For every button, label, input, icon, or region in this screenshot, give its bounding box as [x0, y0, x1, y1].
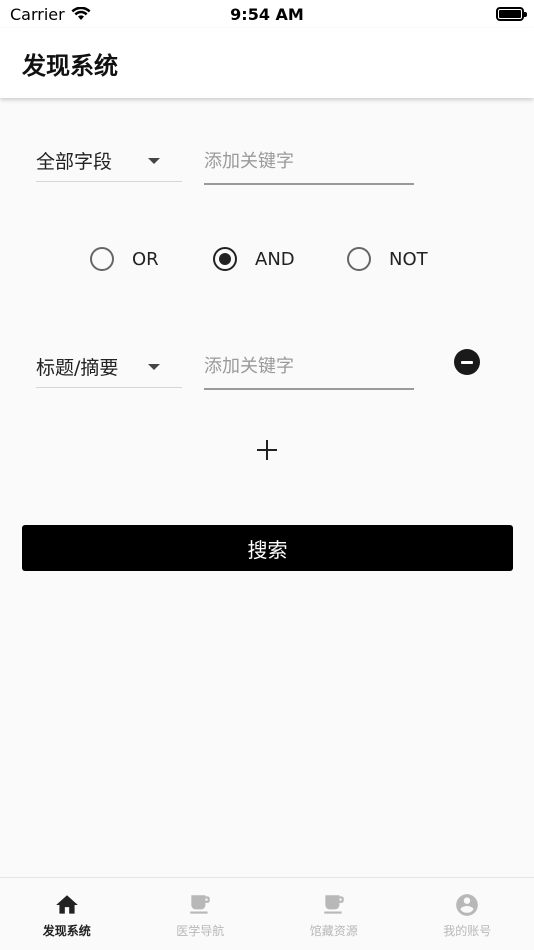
- caret-down-icon: [148, 157, 160, 164]
- nav-item-collection[interactable]: 馆藏资源: [267, 878, 401, 950]
- home-icon: [55, 895, 78, 914]
- status-bar: Carrier 9:54 AM: [0, 0, 534, 28]
- wifi-icon: [71, 7, 91, 20]
- radio-circle-icon: [90, 247, 114, 271]
- minus-icon: [461, 360, 473, 364]
- keyword-input-1[interactable]: [204, 145, 414, 185]
- search-button[interactable]: 搜索: [22, 525, 513, 571]
- field-select-label: 标题/摘要: [36, 357, 119, 379]
- nav-label: 发现系统: [42, 924, 91, 938]
- bottom-nav: 发现系统 医学导航 馆藏资源 我的账号: [0, 877, 534, 950]
- carrier-label: Carrier: [10, 4, 65, 24]
- radio-or[interactable]: OR: [90, 247, 159, 271]
- radio-label: OR: [132, 248, 159, 270]
- keyword-input-2[interactable]: [204, 350, 414, 390]
- field-select-label: 全部字段: [36, 151, 113, 173]
- radio-checked-icon: [213, 247, 237, 271]
- nav-item-discover[interactable]: 发现系统: [0, 878, 134, 950]
- nav-label: 馆藏资源: [309, 924, 358, 938]
- radio-label: NOT: [389, 248, 428, 270]
- nav-label: 我的账号: [443, 924, 492, 938]
- field-select-2[interactable]: 标题/摘要: [36, 346, 182, 388]
- cup-icon: [324, 895, 344, 914]
- app-header: 发现系统: [0, 28, 534, 98]
- radio-not[interactable]: NOT: [347, 247, 428, 271]
- nav-item-account[interactable]: 我的账号: [401, 878, 534, 950]
- cup-icon: [190, 895, 210, 914]
- caret-down-icon: [148, 363, 160, 370]
- field-select-1[interactable]: 全部字段: [36, 140, 182, 182]
- account-circle-icon: [456, 894, 479, 916]
- nav-label: 医学导航: [176, 924, 225, 938]
- radio-label: AND: [255, 248, 295, 270]
- remove-row-button[interactable]: [454, 349, 480, 375]
- battery-icon: [496, 7, 527, 21]
- nav-item-medical-guide[interactable]: 医学导航: [134, 878, 268, 950]
- radio-and[interactable]: AND: [213, 247, 295, 271]
- radio-circle-icon: [347, 247, 371, 271]
- add-row-button[interactable]: [254, 437, 280, 463]
- status-left: Carrier: [10, 5, 91, 24]
- page-title: 发现系统: [22, 51, 118, 80]
